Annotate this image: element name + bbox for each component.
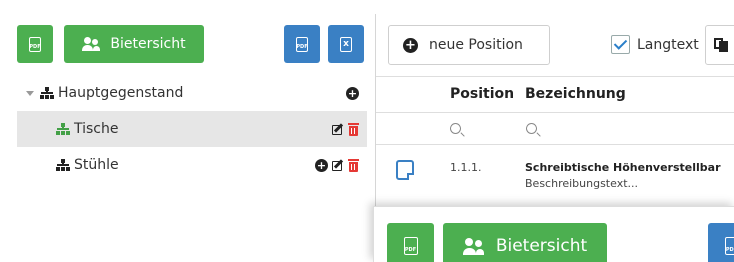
toolbar-separator: [376, 76, 734, 77]
add-child-icon[interactable]: +: [346, 87, 359, 100]
row-position: 1.1.1.: [450, 161, 482, 174]
column-header-bezeichnung[interactable]: Bezeichnung: [525, 86, 626, 102]
column-toggle-button[interactable]: [705, 25, 734, 65]
tree-item-stuehle[interactable]: Stühle +: [17, 147, 367, 183]
sitemap-icon: [40, 87, 54, 99]
langtext-label: Langtext: [637, 37, 699, 53]
add-child-icon[interactable]: +: [315, 159, 328, 172]
delete-icon[interactable]: [348, 159, 359, 172]
edit-icon[interactable]: [332, 123, 344, 135]
tree-panel: PDF Bietersicht PDF x Hauptgegenstand +: [0, 0, 375, 261]
pdf-export-button[interactable]: PDF: [387, 223, 434, 262]
tree-item-actions: +: [315, 159, 359, 172]
column-header-position[interactable]: Position: [450, 86, 514, 102]
caret-down-icon: [26, 91, 34, 96]
tree-item-actions: +: [346, 87, 359, 100]
sitemap-icon: [56, 123, 70, 135]
pdf-file-icon: PDF: [725, 237, 734, 255]
note-icon: [396, 160, 414, 180]
tree-item-label: Stühle: [74, 157, 119, 173]
excel-file-icon: x: [340, 37, 352, 52]
sitemap-icon: [56, 159, 70, 171]
copy-icon: [714, 38, 728, 52]
bietersicht-button[interactable]: Bietersicht: [64, 25, 204, 63]
users-icon: [82, 37, 100, 51]
header-separator: [376, 112, 734, 113]
pdf-file-icon: PDF: [404, 237, 418, 255]
tree-item-root[interactable]: Hauptgegenstand +: [17, 75, 367, 111]
tree-item-tische[interactable]: Tische: [17, 111, 367, 147]
bietersicht-label: Bietersicht: [110, 36, 185, 52]
delete-icon[interactable]: [348, 123, 359, 136]
excel-export-button[interactable]: x: [328, 25, 364, 63]
pdf-file-icon: PDF: [29, 37, 41, 52]
pdf-export-button[interactable]: PDF: [17, 25, 53, 63]
floating-toolbar-overlay: PDF Bietersicht PDF: [373, 206, 734, 262]
tree-item-actions: [332, 123, 359, 136]
plus-circle-icon: +: [403, 38, 418, 53]
tree-item-label: Tische: [74, 121, 119, 137]
pdf-file-icon: PDF: [296, 37, 308, 52]
tree-item-label: Hauptgegenstand: [58, 85, 183, 101]
langtext-toggle[interactable]: Langtext: [611, 35, 699, 54]
new-position-button[interactable]: + neue Position: [388, 25, 550, 65]
pdf-blue-button[interactable]: PDF: [708, 223, 734, 262]
bietersicht-button[interactable]: Bietersicht: [443, 223, 607, 262]
search-icon-position[interactable]: [450, 123, 461, 134]
table-row[interactable]: 1.1.1. Schreibtische Höhenverstellbar Be…: [376, 145, 734, 195]
users-icon: [463, 238, 484, 255]
checkbox-checked-icon[interactable]: [611, 35, 630, 54]
edit-icon[interactable]: [332, 159, 344, 171]
bietersicht-label: Bietersicht: [496, 236, 587, 256]
search-icon-bezeichnung[interactable]: [526, 123, 537, 134]
row-description: Beschreibungstext...: [525, 177, 638, 190]
pdf-blue-button[interactable]: PDF: [284, 25, 320, 63]
row-title: Schreibtische Höhenverstellbar: [525, 161, 721, 174]
new-position-label: neue Position: [429, 37, 523, 53]
